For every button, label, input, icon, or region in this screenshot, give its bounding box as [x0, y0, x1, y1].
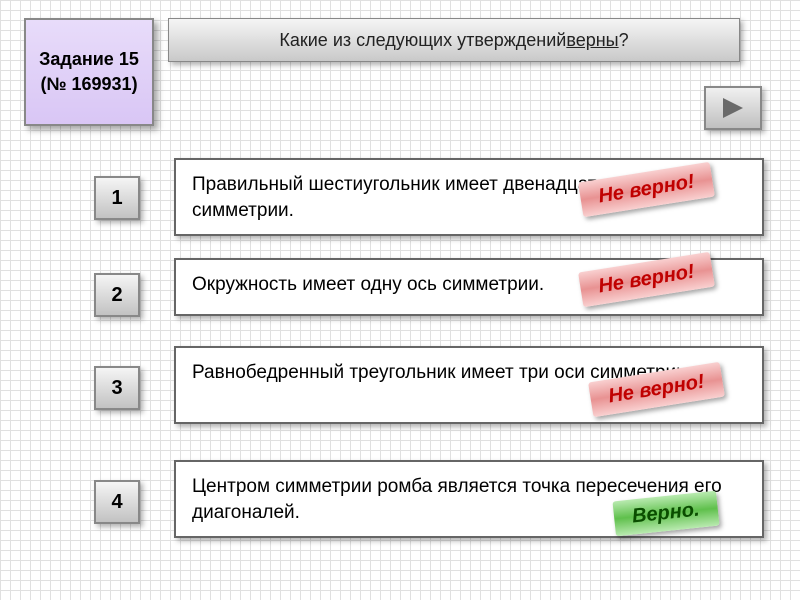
- task-number-box: Задание 15 (№ 169931): [24, 18, 154, 126]
- option-button-1[interactable]: 1: [94, 176, 140, 220]
- option-number: 4: [111, 491, 122, 514]
- task-label-line1: Задание 15: [39, 47, 139, 72]
- question-bar: Какие из следующих утверждений верны ?: [168, 18, 740, 62]
- question-underlined: верны: [566, 30, 618, 51]
- option-number: 1: [111, 187, 122, 210]
- next-button[interactable]: [704, 86, 762, 130]
- option-button-3[interactable]: 3: [94, 366, 140, 410]
- option-number: 2: [111, 284, 122, 307]
- question-suffix: ?: [619, 30, 629, 51]
- stamp-label: Верно.: [631, 499, 701, 528]
- option-button-2[interactable]: 2: [94, 273, 140, 317]
- question-prefix: Какие из следующих утверждений: [279, 30, 566, 51]
- arrow-right-icon: [719, 94, 747, 122]
- task-label-line2: (№ 169931): [40, 72, 137, 97]
- answer-text: Окружность имеет одну ось симметрии.: [192, 274, 544, 295]
- option-number: 3: [111, 377, 122, 400]
- option-button-4[interactable]: 4: [94, 480, 140, 524]
